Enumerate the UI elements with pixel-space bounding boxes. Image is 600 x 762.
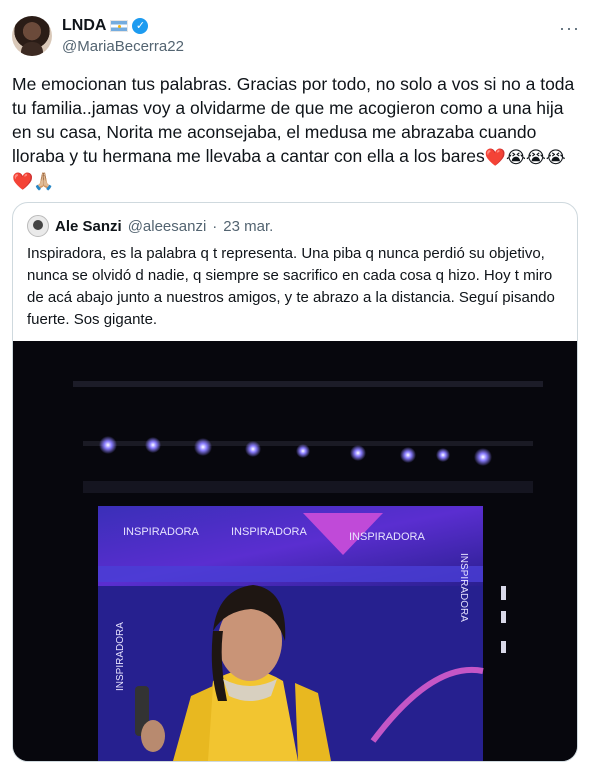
quoted-tweet-date: 23 mar.: [223, 217, 274, 235]
author-name-row: LNDA ✓: [62, 17, 149, 35]
argentina-flag-icon: [110, 20, 129, 32]
quoted-author-avatar: [27, 215, 49, 237]
quoted-author-name: Ale Sanzi: [55, 217, 122, 235]
tweet-body: Me emocionan tus palabras. Gracias por t…: [12, 72, 578, 192]
crying-face-emoji: 😭: [525, 148, 546, 167]
author-handle[interactable]: @MariaBecerra22: [62, 38, 184, 55]
screen-word-2: INSPIRADORA: [231, 526, 307, 538]
quoted-tweet-text: Inspiradora, es la palabra q t represent…: [27, 245, 555, 328]
more-options-icon[interactable]: ···: [559, 18, 580, 39]
screen-word-5: INSPIRADORA: [458, 553, 469, 622]
quoted-author-handle: @aleesanzi: [127, 217, 207, 235]
separator-dot: ·: [212, 217, 218, 235]
quoted-tweet-photo[interactable]: INSPIRADORA INSPIRADORA INSPIRADORA INSP…: [13, 341, 577, 761]
screen-word-3: INSPIRADORA: [349, 531, 425, 543]
folded-hands-emoji: 🙏🏼: [33, 172, 55, 191]
concert-photo-illustration: INSPIRADORA INSPIRADORA INSPIRADORA INSP…: [13, 341, 577, 761]
red-heart-emoji: ❤️: [484, 148, 506, 167]
crying-face-emoji: 😭: [505, 148, 526, 167]
crying-face-emoji: 😭: [545, 148, 566, 167]
author-display-name[interactable]: LNDA: [62, 17, 106, 35]
verified-badge-icon[interactable]: ✓: [132, 18, 149, 34]
screen-word-4: INSPIRADORA: [115, 622, 126, 691]
red-heart-emoji: ❤️: [12, 172, 34, 191]
quoted-tweet-header: Ale Sanzi @aleesanzi · 23 mar.: [27, 215, 273, 237]
tweet-header: LNDA ✓ @MariaBecerra22 ···: [12, 14, 588, 58]
quoted-tweet-card[interactable]: Ale Sanzi @aleesanzi · 23 mar. Inspirado…: [12, 202, 578, 762]
author-avatar[interactable]: [12, 16, 52, 56]
screen-word-1: INSPIRADORA: [123, 526, 199, 538]
